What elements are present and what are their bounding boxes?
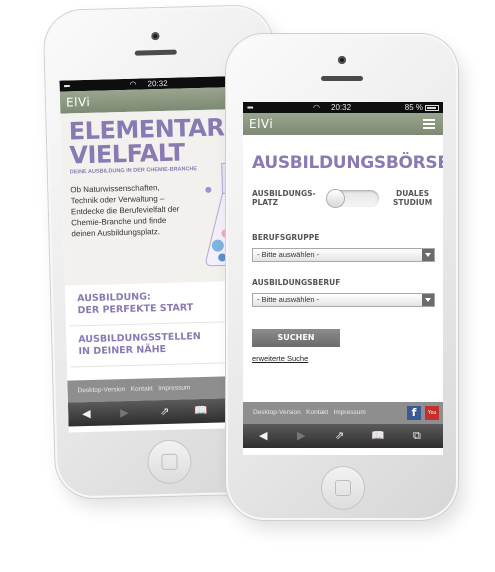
toggle-label-ausbildungsplatz: AUSBILDUNGS- PLATZ — [252, 189, 316, 207]
home-button — [321, 466, 365, 510]
toggle-label-left-line2: PLATZ — [252, 198, 279, 207]
app-logo[interactable]: ElVi — [249, 117, 273, 131]
berufsgruppe-label: BERUFSGRUPPE — [252, 233, 320, 242]
status-time: 20:32 — [147, 78, 168, 89]
tabs-icon[interactable]: ⧉ — [413, 424, 421, 448]
toggle-label-right-line2: STUDIUM — [393, 198, 433, 207]
forward-icon[interactable]: ▶ — [120, 401, 129, 425]
page-title: AUSBILDUNGSBÖRSE — [252, 153, 443, 173]
toggle-label-duales-studium: DUALES STUDIUM — [393, 189, 432, 207]
toggle-label-left-line1: AUSBILDUNGS- — [252, 189, 316, 198]
facebook-icon[interactable]: f — [407, 406, 421, 420]
signal-icon: ▪▪▪ — [63, 81, 70, 91]
camera — [338, 56, 346, 64]
back-icon[interactable]: ◀ — [82, 402, 91, 426]
status-bar: ▪▪▪ ◠ 20:32 85 % — [243, 102, 443, 113]
hero-intro: Ob Naturwissenschaften, Technik oder Ver… — [70, 183, 180, 239]
youtube-icon[interactable]: You Tube — [425, 406, 439, 430]
footer-desktop-link[interactable]: Desktop-Version — [78, 386, 126, 394]
status-time: 20:32 — [331, 103, 352, 112]
wifi-icon: ◠ — [313, 103, 320, 112]
footer-imprint-link[interactable]: Impressum — [334, 409, 366, 416]
battery-icon — [425, 105, 439, 111]
menu-icon[interactable] — [423, 119, 435, 129]
footer-imprint-link[interactable]: Impressum — [158, 384, 190, 392]
app-logo[interactable]: ElVi — [66, 95, 91, 110]
wifi-icon: ◠ — [129, 79, 137, 89]
camera — [151, 32, 160, 41]
earpiece — [134, 49, 177, 56]
bookmarks-icon[interactable]: 📖 — [194, 399, 208, 423]
app-header: ElVi — [243, 113, 443, 135]
signal-icon: ▪▪▪ — [247, 103, 253, 112]
ausbildungsberuf-label: AUSBILDUNGSBERUF — [252, 278, 341, 287]
berufsgruppe-value: - Bitte auswählen - — [257, 250, 320, 259]
battery-indicator: 85 % — [405, 102, 439, 113]
share-icon[interactable]: ⇗ — [335, 424, 344, 448]
footer-desktop-link[interactable]: Desktop-Version — [253, 409, 301, 416]
home-button — [146, 439, 193, 485]
footer-bar: Desktop-Version Kontakt Impressum f You … — [243, 402, 443, 430]
forward-icon[interactable]: ▶ — [297, 424, 305, 448]
footer-contact-link[interactable]: Kontakt — [306, 409, 328, 416]
type-toggle-switch[interactable] — [327, 190, 379, 207]
back-icon[interactable]: ◀ — [259, 424, 267, 448]
phone-front: ▪▪▪ ◠ 20:32 85 % ElVi AUSBILDUNGSBÖRSE A… — [226, 34, 458, 520]
footer-contact-link[interactable]: Kontakt — [131, 385, 153, 393]
bookmarks-icon[interactable]: 📖 — [371, 424, 385, 448]
chevron-down-icon — [422, 249, 434, 261]
battery-label: 85 % — [404, 103, 423, 112]
front-screen: ▪▪▪ ◠ 20:32 85 % ElVi AUSBILDUNGSBÖRSE A… — [243, 102, 443, 455]
advanced-search-link[interactable]: erweiterte Suche — [243, 354, 443, 363]
ausbildungsberuf-select[interactable]: - Bitte auswählen - — [252, 293, 435, 307]
toggle-label-right-line1: DUALES — [395, 189, 430, 198]
search-button[interactable]: SUCHEN — [252, 329, 340, 347]
share-icon[interactable]: ⇗ — [160, 400, 170, 424]
toggle-knob[interactable] — [327, 190, 344, 207]
earpiece — [321, 76, 363, 81]
type-toggle-row: AUSBILDUNGS- PLATZ DUALES STUDIUM — [243, 183, 443, 223]
browser-toolbar: ◀ ▶ ⇗ 📖 ⧉ — [243, 424, 443, 448]
ausbildungsberuf-value: - Bitte auswählen - — [257, 295, 320, 304]
chevron-down-icon — [422, 294, 434, 306]
berufsgruppe-select[interactable]: - Bitte auswählen - — [252, 248, 435, 262]
